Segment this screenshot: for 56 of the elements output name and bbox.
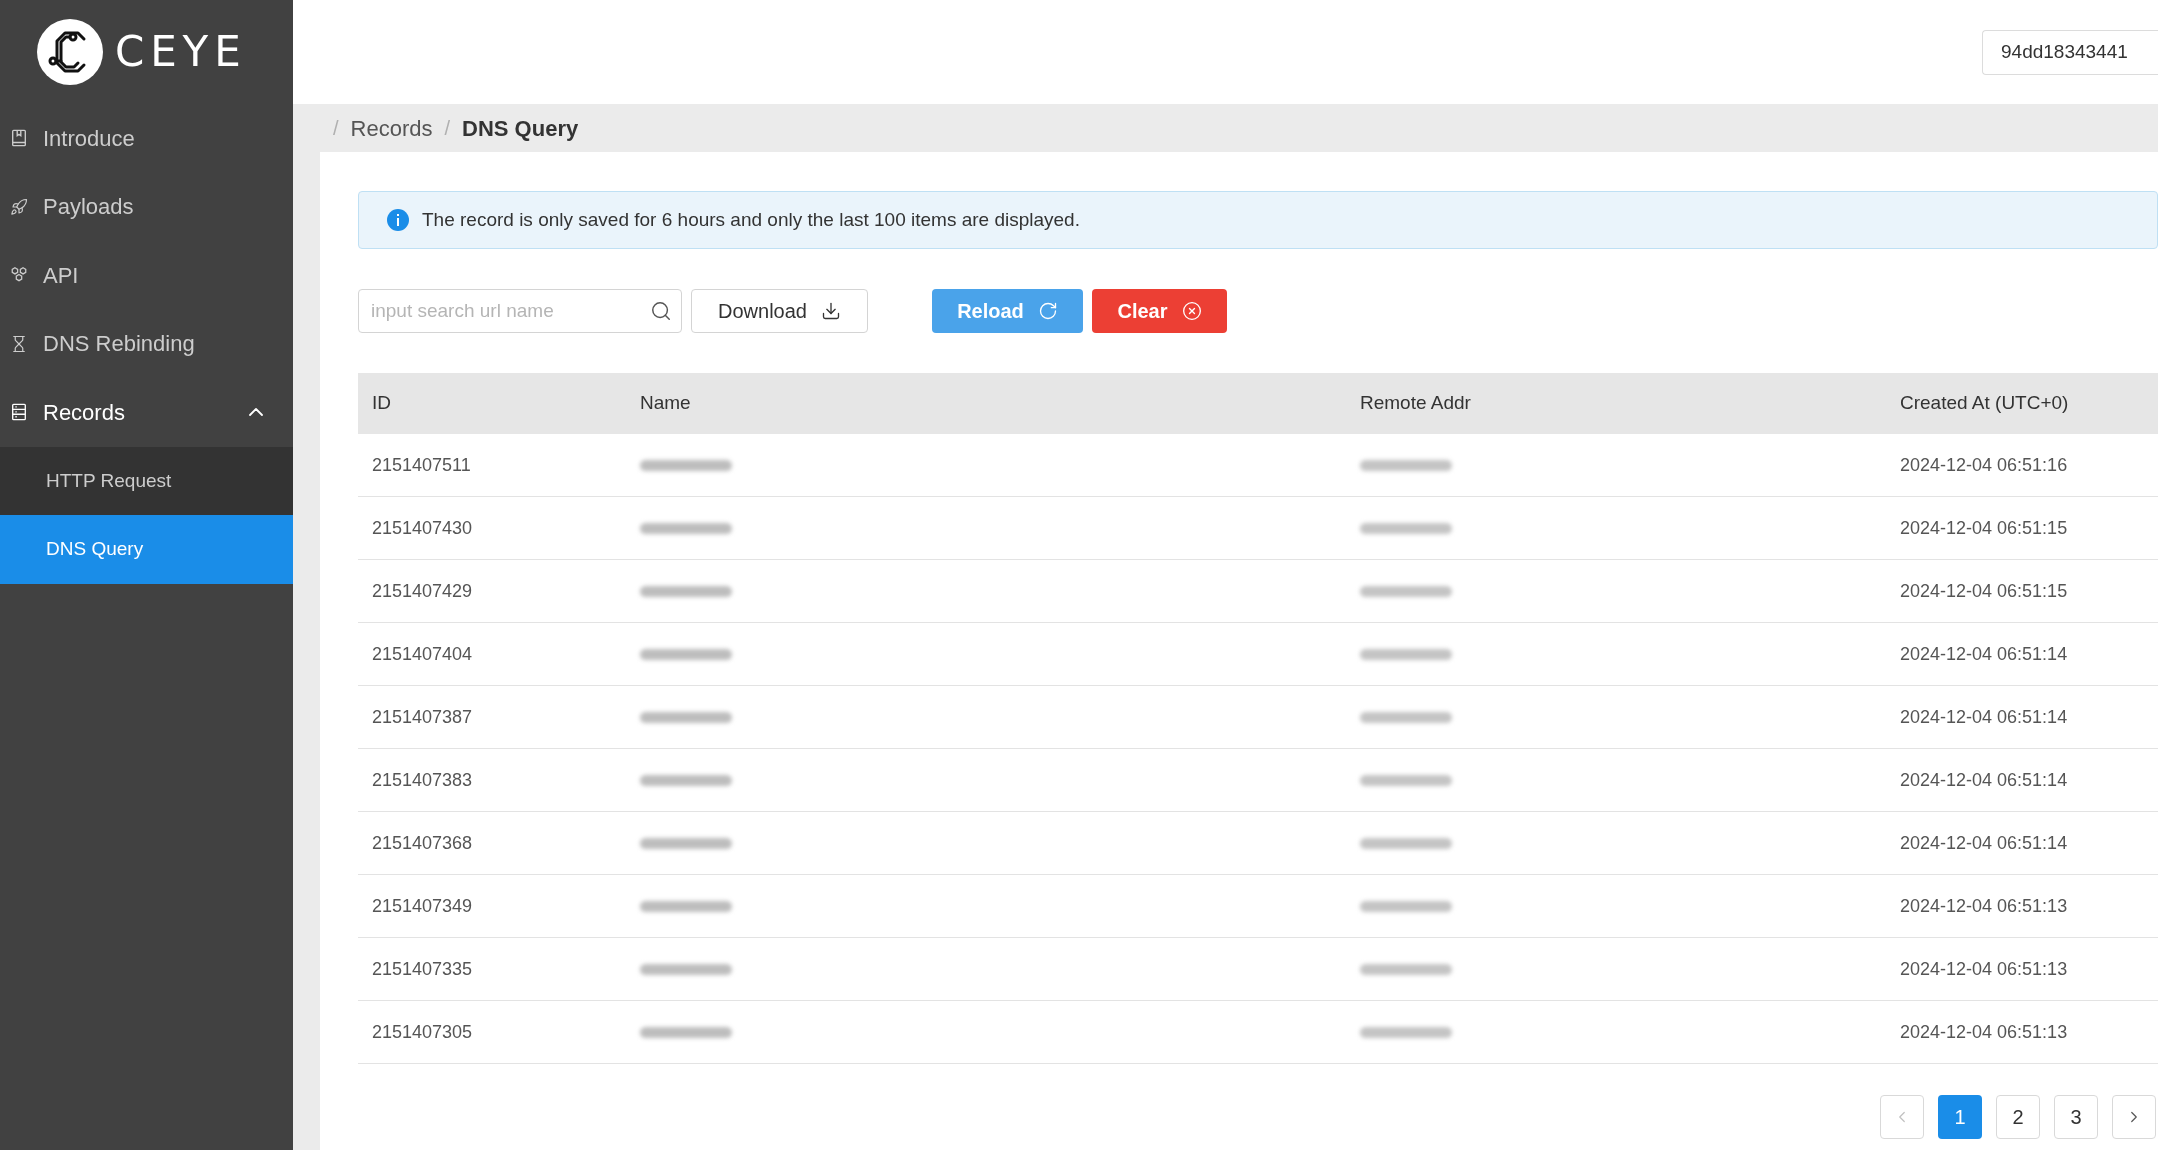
submenu-item[interactable]: HTTP Request bbox=[0, 446, 293, 515]
table-cell-text: 2151407368 bbox=[371, 831, 474, 855]
table-cell-text: 2024-12-04 06:51:15 bbox=[1899, 516, 2069, 540]
sidebar-item[interactable]: API bbox=[0, 241, 293, 310]
table-cell-text: 2151407387 bbox=[371, 705, 474, 729]
search-field[interactable]: input search url name bbox=[358, 289, 682, 333]
table-cell-text: 2151407429 bbox=[371, 579, 474, 603]
table-cell-text: 2151407349 bbox=[371, 894, 474, 918]
logo-text: CEYE bbox=[115, 31, 247, 73]
sidebar-item[interactable]: DNS Rebinding bbox=[0, 309, 293, 378]
book-icon bbox=[10, 129, 28, 148]
table-cell-text: 2151407430 bbox=[371, 516, 474, 540]
logo-icon bbox=[37, 19, 103, 85]
account-dropdown[interactable]: 94dd18343441 bbox=[1982, 29, 2158, 75]
table-cell-text: 2151407305 bbox=[371, 1020, 474, 1044]
rocket-icon bbox=[10, 197, 28, 216]
breadcrumb-link[interactable]: Records bbox=[350, 111, 433, 145]
sidebar-item[interactable]: Payloads bbox=[0, 172, 293, 241]
column-header: Created At (UTC+0) bbox=[1899, 391, 2070, 416]
page-button[interactable]: 1 bbox=[1938, 1095, 1982, 1139]
chevron-up-icon bbox=[249, 408, 263, 417]
reload-icon bbox=[1037, 301, 1058, 321]
download-icon bbox=[820, 301, 841, 321]
next-page-button[interactable] bbox=[2112, 1095, 2156, 1139]
close-circle-icon bbox=[1181, 301, 1202, 321]
submenu-item[interactable]: DNS Query bbox=[0, 515, 293, 584]
info-icon bbox=[387, 209, 409, 231]
table-cell-text: 2024-12-04 06:51:16 bbox=[1899, 453, 2069, 477]
toolbar-button[interactable]: Download bbox=[691, 289, 868, 333]
column-header: Name bbox=[639, 391, 692, 416]
hourglass-icon bbox=[10, 334, 28, 353]
table-cell-text: 2151407404 bbox=[371, 642, 474, 666]
sidebar-item[interactable]: Records bbox=[0, 378, 293, 447]
table-cell-text: 2151407511 bbox=[371, 453, 472, 477]
sidebar-item[interactable]: Introduce bbox=[0, 104, 293, 173]
alert-text: The record is only saved for 6 hours and only the last 100 items are displayed. bbox=[422, 207, 1080, 232]
toolbar-button[interactable]: Clear bbox=[1092, 289, 1227, 333]
table-cell-text: 2024-12-04 06:51:14 bbox=[1899, 705, 2069, 729]
table-cell-text: 2024-12-04 06:51:14 bbox=[1899, 642, 2069, 666]
table-cell-text: 2024-12-04 06:51:14 bbox=[1899, 768, 2069, 792]
server-icon bbox=[10, 403, 28, 422]
table-cell-text: 2024-12-04 06:51:13 bbox=[1899, 1020, 2069, 1044]
table-cell-text: 2151407335 bbox=[371, 957, 474, 981]
table-cell-text: 2024-12-04 06:51:15 bbox=[1899, 579, 2069, 603]
search-icon bbox=[650, 300, 672, 322]
column-header: ID bbox=[371, 391, 392, 416]
table-cell-text: 2024-12-04 06:51:14 bbox=[1899, 831, 2069, 855]
breadcrumb-separator: / bbox=[444, 116, 451, 141]
table-cell-text: 2024-12-04 06:51:13 bbox=[1899, 894, 2069, 918]
breadcrumb-separator: / bbox=[333, 116, 339, 141]
breadcrumb-current: DNS Query bbox=[462, 114, 579, 143]
table-cell-text: 2024-12-04 06:51:13 bbox=[1899, 957, 2069, 981]
column-header: Remote Addr bbox=[1359, 391, 1472, 416]
page-button[interactable]: 3 bbox=[2054, 1095, 2098, 1139]
page-button[interactable]: 2 bbox=[1996, 1095, 2040, 1139]
table-cell-text: 2151407383 bbox=[371, 768, 474, 792]
